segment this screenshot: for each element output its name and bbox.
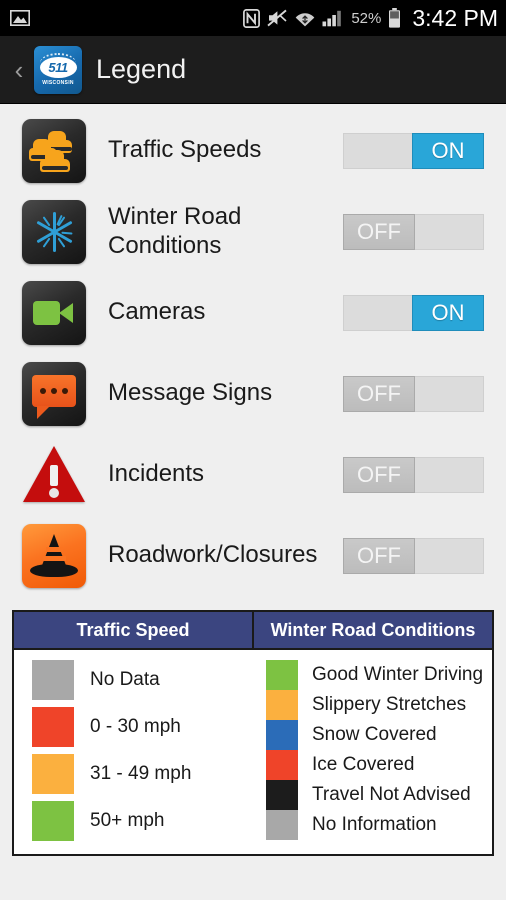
page-title: Legend — [96, 54, 187, 84]
video-camera-icon — [22, 280, 86, 345]
layer-row-traffic-speeds[interactable]: Traffic Speeds ON — [0, 110, 506, 191]
legend-swatch — [32, 660, 74, 700]
layer-row-incidents[interactable]: Incidents OFF — [0, 434, 506, 515]
toggle-message-signs[interactable]: OFF — [343, 375, 484, 412]
snowflake-icon — [22, 199, 86, 264]
legend-item-label: 0 - 30 mph — [90, 716, 181, 737]
image-icon — [10, 10, 30, 26]
legend-item: Ice Covered — [266, 750, 492, 780]
legend-column-winter-road-conditions: Good Winter Driving Slippery Stretches S… — [258, 650, 492, 854]
toggle-thumb[interactable]: ON — [412, 294, 484, 331]
legend-item-label: Travel Not Advised — [312, 784, 471, 805]
legend-item: 0 - 30 mph — [32, 707, 258, 747]
toggle-incidents[interactable]: OFF — [343, 456, 484, 493]
legend-swatch — [266, 690, 298, 720]
toggle-thumb[interactable]: OFF — [343, 537, 415, 574]
toggle-thumb[interactable]: ON — [412, 132, 484, 169]
legend-swatch — [266, 810, 298, 840]
traffic-cone-icon — [22, 523, 86, 588]
legend-item: No Information — [266, 810, 492, 840]
legend-swatch — [266, 750, 298, 780]
traffic-cars-icon — [22, 118, 86, 183]
status-clock: 3:42 PM — [412, 4, 498, 31]
legend-item: No Data — [32, 660, 258, 700]
toggle-thumb[interactable]: OFF — [343, 213, 415, 250]
toggle-thumb[interactable]: OFF — [343, 456, 415, 493]
layer-row-winter-road-conditions[interactable]: Winter Road Conditions OFF — [0, 191, 506, 272]
toggle-roadwork-closures[interactable]: OFF — [343, 537, 484, 574]
legend-table: Traffic Speed Winter Road Conditions No … — [12, 610, 494, 856]
toggle-winter-road-conditions[interactable]: OFF — [343, 213, 484, 250]
logo-state-label: WISCONSIN — [42, 79, 74, 86]
sound-muted-icon — [267, 9, 288, 27]
legend-item-label: No Information — [312, 814, 437, 835]
battery-percent-label: 52% — [351, 9, 382, 27]
legend-item-label: Snow Covered — [312, 724, 437, 745]
legend-header-traffic-speed: Traffic Speed — [14, 612, 254, 650]
toggle-cameras[interactable]: ON — [343, 294, 484, 331]
legend-item: Travel Not Advised — [266, 780, 492, 810]
message-bubble-icon — [22, 361, 86, 426]
legend-item: Slippery Stretches — [266, 690, 492, 720]
layer-label: Incidents — [108, 460, 205, 488]
legend-item-label: 50+ mph — [90, 810, 165, 831]
toggle-traffic-speeds[interactable]: ON — [343, 132, 484, 169]
toggle-thumb[interactable]: OFF — [343, 375, 415, 412]
wifi-icon — [295, 9, 315, 27]
legend-item-label: No Data — [90, 669, 160, 690]
legend-swatch — [32, 754, 74, 794]
nfc-icon — [243, 8, 261, 28]
layer-label-text: Winter Road Conditions — [108, 203, 242, 259]
legend-swatch — [32, 707, 74, 747]
status-bar: 52% 3:42 PM — [0, 0, 506, 36]
legend-swatch — [266, 660, 298, 690]
legend-swatch — [266, 780, 298, 810]
battery-icon — [388, 8, 401, 28]
layer-label: Traffic Speeds — [108, 136, 262, 164]
cellular-signal-icon — [322, 9, 344, 27]
layer-label: Cameras — [108, 298, 206, 326]
app-title-bar: ‹ 511 WISCONSIN Legend — [0, 36, 506, 104]
logo-swoosh-icon — [40, 52, 76, 63]
layer-list: Traffic Speeds ON Winter Road Conditions… — [0, 104, 506, 596]
layer-label: Message Signs — [108, 379, 273, 407]
legend-item: Snow Covered — [266, 720, 492, 750]
legend-item: 50+ mph — [32, 801, 258, 841]
layer-row-cameras[interactable]: Cameras ON — [0, 272, 506, 353]
warning-triangle-icon — [22, 443, 86, 507]
legend-item: Good Winter Driving — [266, 660, 492, 690]
legend-column-traffic-speed: No Data 0 - 30 mph 31 - 49 mph 50+ mph — [14, 650, 258, 854]
legend-header-row: Traffic Speed Winter Road Conditions — [14, 612, 492, 650]
layer-label: Winter Road Conditions — [108, 203, 241, 260]
legend-body: No Data 0 - 30 mph 31 - 49 mph 50+ mph G… — [14, 650, 492, 854]
back-button[interactable]: ‹ — [6, 57, 32, 83]
layer-row-roadwork-closures[interactable]: Roadwork/Closures OFF — [0, 515, 506, 596]
legend-item-label: Ice Covered — [312, 754, 415, 775]
legend-swatch — [266, 720, 298, 750]
legend-swatch — [32, 801, 74, 841]
legend-item-label: Slippery Stretches — [312, 694, 467, 715]
legend-item-label: Good Winter Driving — [312, 664, 484, 685]
layer-row-message-signs[interactable]: Message Signs OFF — [0, 353, 506, 434]
legend-item-label: 31 - 49 mph — [90, 763, 192, 784]
legend-item: 31 - 49 mph — [32, 754, 258, 794]
app-logo-511-wisconsin[interactable]: 511 WISCONSIN — [34, 45, 82, 94]
legend-header-winter-road-conditions: Winter Road Conditions — [254, 612, 492, 650]
layer-label: Roadwork/Closures — [108, 541, 318, 569]
